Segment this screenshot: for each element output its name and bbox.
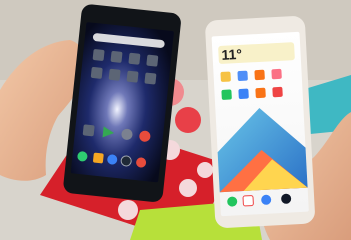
folder-icon [90,67,103,79]
app-icon [220,71,231,82]
photo-scene: 11° [0,0,351,240]
contacts-icon [93,152,104,164]
app-icon [271,68,282,80]
folder-icon [82,124,95,137]
folder-icon [146,54,159,67]
scene-svg: 11° [0,0,351,240]
folder-icon [144,72,157,85]
folder-icon [110,51,123,63]
gmail-icon [242,195,254,207]
app-icon [254,69,265,81]
app-icon [272,86,283,98]
folder-icon [128,52,141,65]
app-icon [238,88,249,99]
app-icon [221,89,232,100]
camera-icon [120,155,132,167]
folder-icon [126,70,139,83]
folder-icon [92,49,105,61]
app-icon [237,70,248,81]
app-icon [255,87,266,99]
folder-icon [108,68,121,81]
right-phone: 11° [205,16,315,228]
left-phone [63,4,181,202]
weather-temperature: 11° [221,46,242,63]
